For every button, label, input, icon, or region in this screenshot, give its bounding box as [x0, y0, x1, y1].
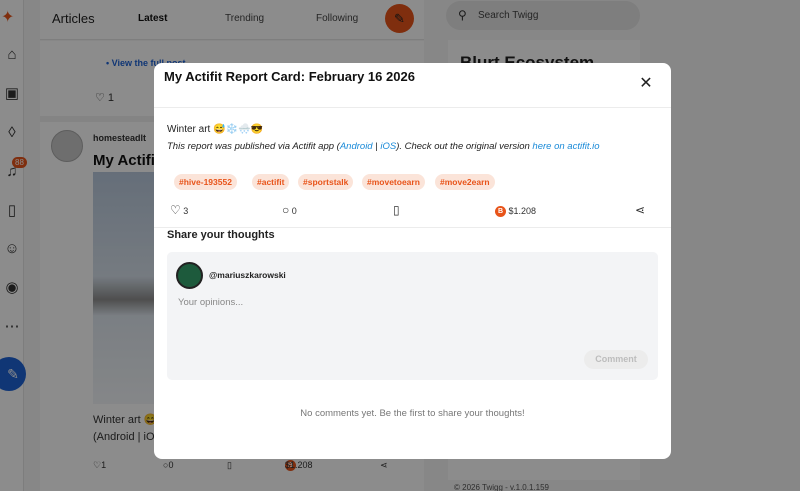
hive-icon: B — [495, 206, 506, 218]
tag-sportstalk[interactable]: #sportstalk — [298, 174, 354, 190]
bookmark-button[interactable]: ▯ — [393, 203, 400, 217]
share-button[interactable]: ⋖ — [635, 203, 645, 217]
comment-input[interactable]: Your opinions... — [178, 297, 243, 308]
post-body: Winter art 😅❄️🌨️😎 — [167, 124, 263, 135]
post-modal: My Actifit Report Card: February 16 2026… — [154, 63, 671, 459]
note-prefix: This report was published via Actifit ap… — [167, 141, 340, 152]
comment-button[interactable]: ○ 0 — [282, 203, 297, 217]
close-icon[interactable]: ✕ — [637, 75, 655, 93]
heart-icon: ♡ — [170, 203, 181, 217]
android-link[interactable]: Android — [340, 141, 373, 152]
comment-username: @mariuszkarowski — [209, 270, 286, 280]
bookmark-icon: ▯ — [393, 203, 400, 217]
avatar — [176, 262, 203, 289]
tag-hive[interactable]: #hive-193552 — [174, 174, 237, 190]
modal-actions: ♡ 3 ○ 0 ▯ B $1.208 ⋖ — [154, 200, 671, 228]
tag-move2earn[interactable]: #move2earn — [435, 174, 495, 190]
post-note: This report was published via Actifit ap… — [167, 141, 600, 152]
actifit-link[interactable]: here on actifit.io — [532, 141, 599, 152]
share-title: Share your thoughts — [167, 229, 275, 241]
modal-header: My Actifit Report Card: February 16 2026… — [154, 63, 671, 108]
note-mid: ). Check out the original version — [396, 141, 533, 152]
like-button[interactable]: ♡ 3 — [170, 203, 188, 217]
payout: B $1.208 — [495, 206, 536, 218]
empty-comments: No comments yet. Be the first to share y… — [300, 408, 525, 419]
comment-submit-button[interactable]: Comment — [584, 350, 648, 369]
tag-actifit[interactable]: #actifit — [252, 174, 290, 190]
modal-title: My Actifit Report Card: February 16 2026 — [164, 69, 415, 84]
ios-link[interactable]: iOS — [380, 141, 396, 152]
comment-box[interactable]: @mariuszkarowski Your opinions... Commen… — [167, 252, 658, 380]
share-icon: ⋖ — [635, 203, 646, 217]
tag-movetoearn[interactable]: #movetoearn — [362, 174, 425, 190]
comment-icon: ○ — [282, 203, 290, 217]
